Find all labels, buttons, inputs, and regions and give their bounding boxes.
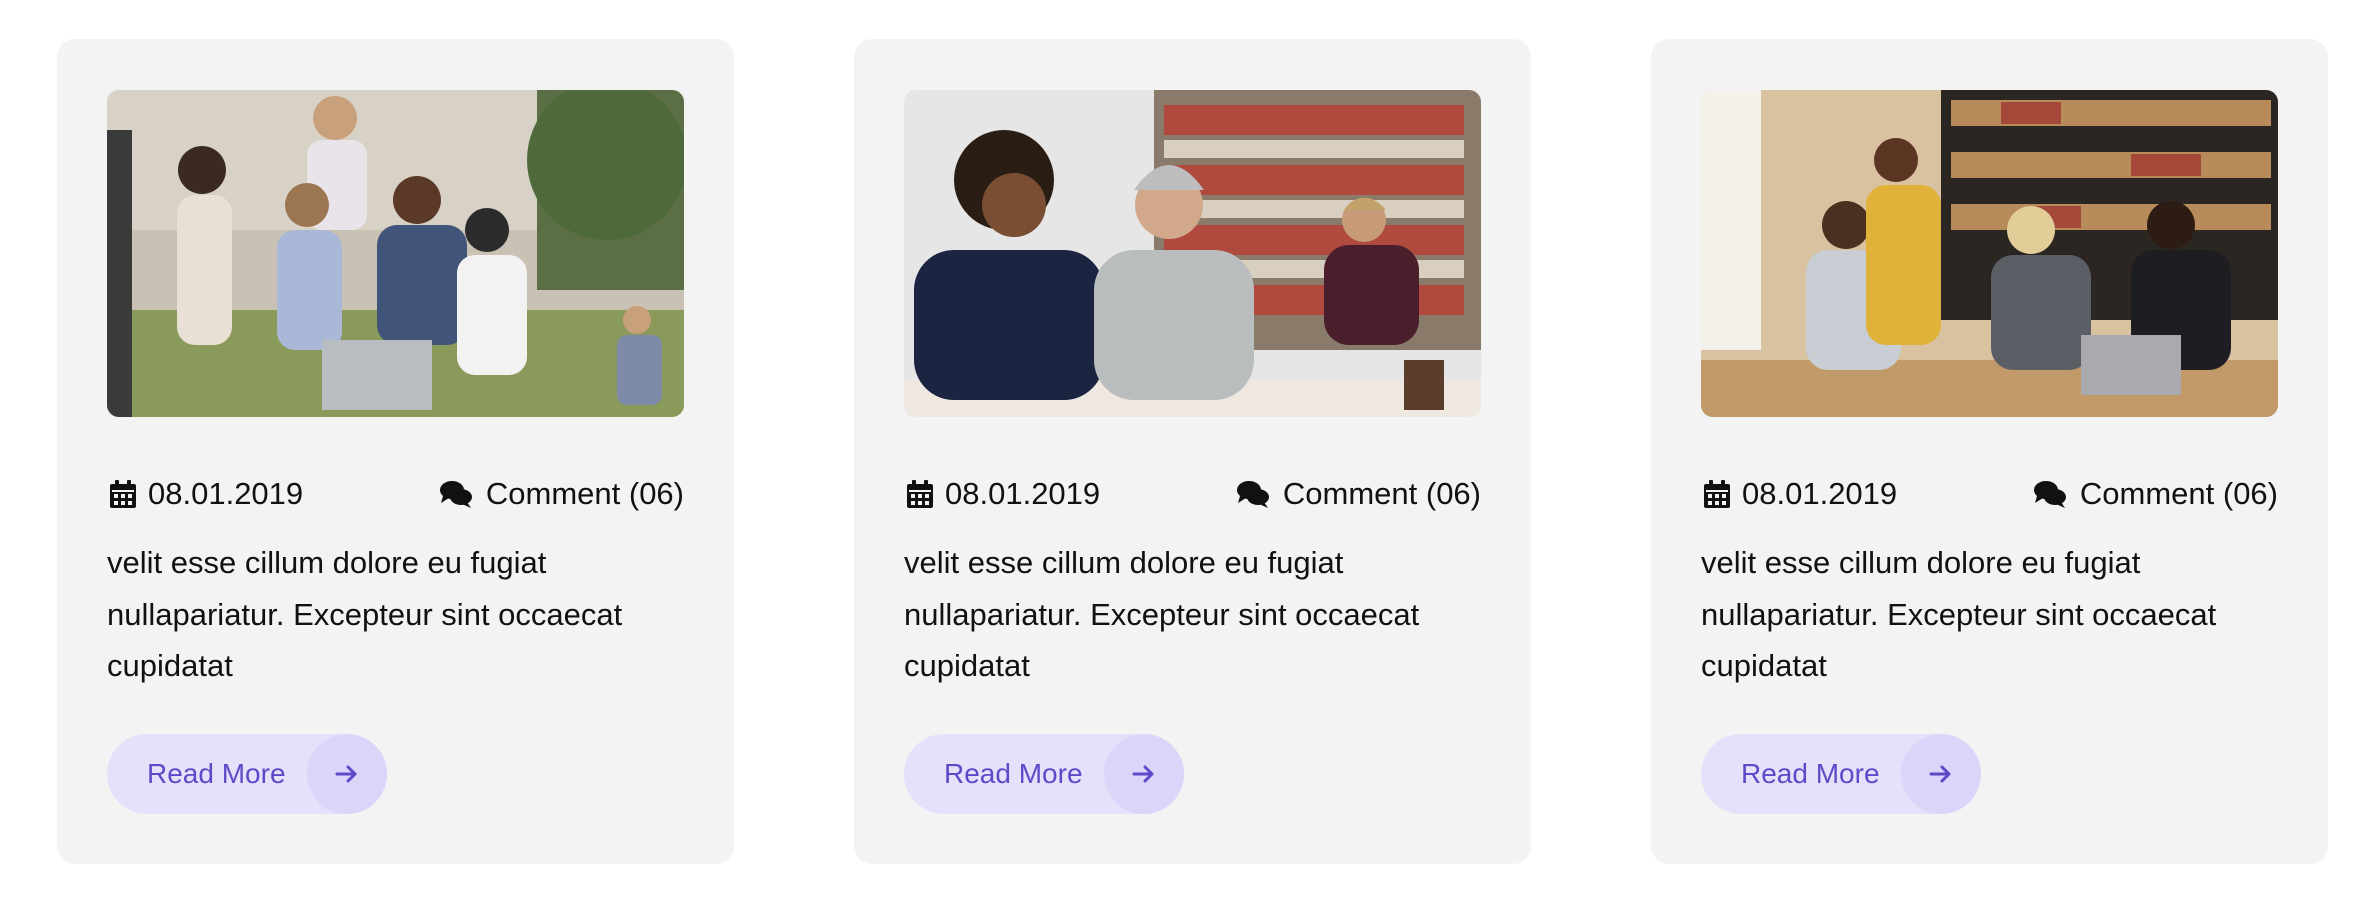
students-outdoors-photo[interactable] — [107, 90, 684, 417]
blog-card: 08.01.2019 Comment (06) velit esse cillu… — [57, 39, 734, 864]
post-date: 08.01.2019 — [1701, 476, 1897, 512]
students-at-table-photo[interactable] — [1701, 90, 2278, 417]
date-text: 08.01.2019 — [945, 476, 1101, 511]
read-more-label: Read More — [147, 758, 286, 789]
post-date: 08.01.2019 — [904, 476, 1100, 512]
post-comments[interactable]: Comment (06) — [435, 476, 684, 512]
post-meta: 08.01.2019 Comment (06) — [904, 474, 1481, 514]
arrow-right-icon — [1901, 734, 1981, 814]
post-date: 08.01.2019 — [107, 476, 303, 512]
post-comments[interactable]: Comment (06) — [2029, 476, 2278, 512]
post-excerpt: velit esse cillum dolore eu fugiat nulla… — [1701, 545, 2217, 683]
comments-text: Comment (06) — [1282, 476, 1481, 511]
blog-card: 08.01.2019 Comment (06) velit esse cillu… — [1651, 39, 2328, 864]
post-meta: 08.01.2019 Comment (06) — [1701, 474, 2278, 514]
arrow-right-icon — [307, 734, 387, 814]
post-comments[interactable]: Comment (06) — [1232, 476, 1481, 512]
read-more-label: Read More — [944, 758, 1083, 789]
date-text: 08.01.2019 — [148, 476, 304, 511]
student-teacher-library-photo[interactable] — [904, 90, 1481, 417]
comments-icon — [439, 481, 472, 508]
blog-cards-row: 08.01.2019 Comment (06) velit esse cillu… — [57, 39, 2328, 864]
calendar-icon — [1704, 480, 1730, 508]
comments-text: Comment (06) — [2079, 476, 2278, 511]
calendar-icon — [907, 480, 933, 508]
post-excerpt: velit esse cillum dolore eu fugiat nulla… — [904, 545, 1420, 683]
comments-icon — [1236, 481, 1269, 508]
read-more-button[interactable]: Read More — [1701, 734, 1981, 814]
read-more-button[interactable]: Read More — [107, 734, 387, 814]
blog-card: 08.01.2019 Comment (06) velit esse cillu… — [854, 39, 1531, 864]
read-more-button[interactable]: Read More — [904, 734, 1184, 814]
calendar-icon — [110, 480, 136, 508]
post-excerpt: velit esse cillum dolore eu fugiat nulla… — [107, 545, 623, 683]
date-text: 08.01.2019 — [1742, 476, 1898, 511]
arrow-right-icon — [1104, 734, 1184, 814]
comments-icon — [2033, 481, 2066, 508]
post-meta: 08.01.2019 Comment (06) — [107, 474, 684, 514]
comments-text: Comment (06) — [485, 476, 684, 511]
read-more-label: Read More — [1741, 758, 1880, 789]
